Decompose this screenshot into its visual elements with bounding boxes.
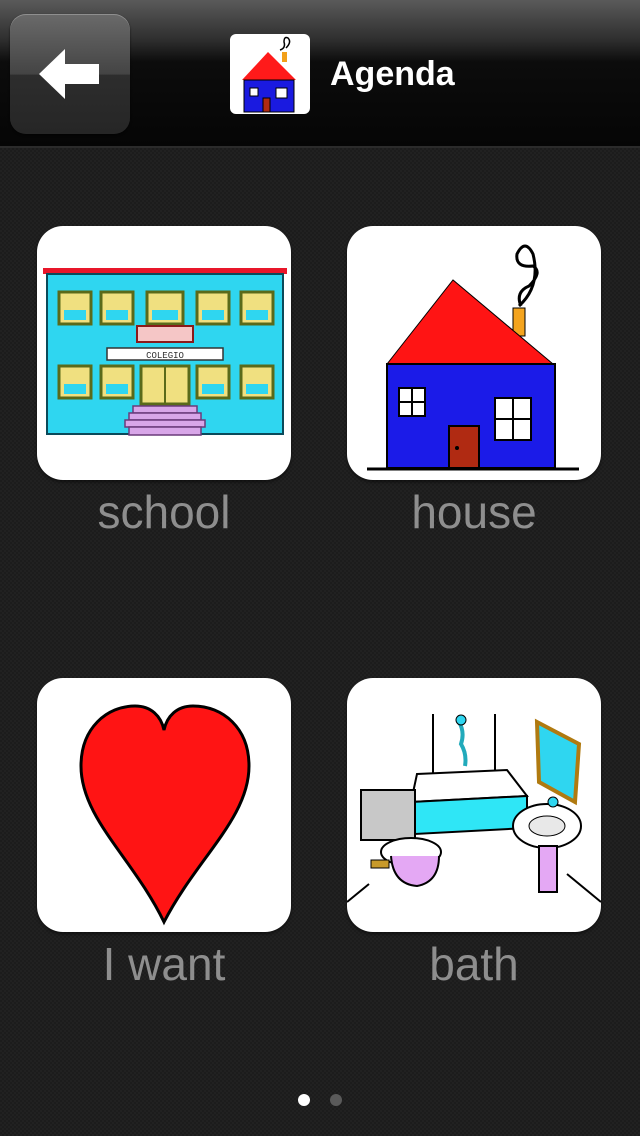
tile-bath[interactable]: bath bbox=[347, 678, 601, 992]
tile-label: bath bbox=[429, 938, 519, 990]
tile-i-want[interactable]: I want bbox=[37, 678, 291, 992]
bathroom-icon bbox=[347, 678, 601, 932]
back-button[interactable] bbox=[10, 14, 130, 134]
agenda-house-icon bbox=[230, 34, 310, 114]
tile-label: school bbox=[97, 486, 231, 538]
svg-text:COLEGIO: COLEGIO bbox=[146, 351, 184, 361]
page-dot-1[interactable] bbox=[298, 1094, 310, 1106]
arrow-left-icon bbox=[39, 49, 99, 99]
tile-label: house bbox=[411, 486, 537, 538]
heart-icon bbox=[37, 678, 291, 932]
page-dot-2[interactable] bbox=[330, 1094, 342, 1106]
page-title: Agenda bbox=[330, 55, 455, 93]
school-building-icon: COLEGIO bbox=[37, 226, 291, 480]
screen: Agenda COLEGIO school house I want bath bbox=[0, 0, 640, 1136]
tile-house[interactable]: house bbox=[347, 226, 601, 540]
tile-label: I want bbox=[102, 938, 226, 990]
page-indicator[interactable] bbox=[0, 1094, 640, 1106]
house-icon bbox=[347, 226, 601, 480]
top-bar: Agenda bbox=[0, 0, 640, 148]
tile-school[interactable]: COLEGIO school bbox=[37, 226, 291, 540]
